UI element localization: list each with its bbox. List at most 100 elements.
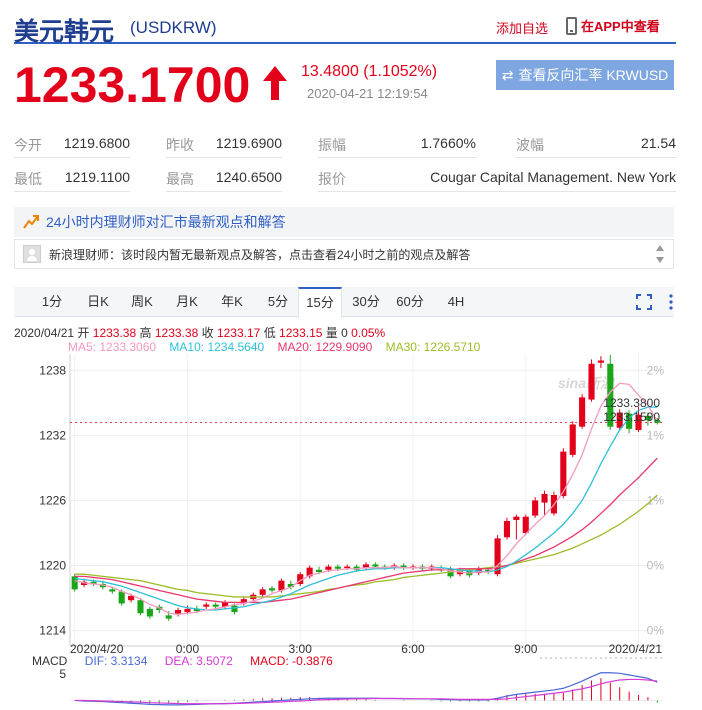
- price-change: 13.4800 (1.1052%): [301, 63, 438, 80]
- macd-legend: MACD DIF: 3.3134 DEA: 3.5072 MACD: -0.38…: [32, 654, 347, 668]
- stat-label: 最高: [166, 171, 194, 187]
- macd-dif: DIF: 3.3134: [84, 654, 148, 668]
- candle-body: [334, 566, 341, 569]
- title-bar: 美元韩元 (USDKRW) 添加自选 在APP中查看: [14, 10, 676, 46]
- trend-icon: [23, 215, 39, 229]
- tab-week[interactable]: 周K: [124, 287, 160, 317]
- pct-tick-label: 2%: [647, 363, 665, 377]
- candle-body: [503, 521, 511, 538]
- y-tick-label: 1220: [39, 559, 66, 573]
- candle-body: [268, 588, 276, 591]
- fullscreen-icon[interactable]: [636, 294, 652, 310]
- candle-body: [315, 569, 323, 573]
- y-tick-label: 1238: [39, 363, 66, 377]
- candle-body: [146, 608, 153, 617]
- stat-high: 最高 1240.6500: [166, 162, 282, 192]
- stat-label: 报价: [318, 171, 346, 187]
- candle-body: [128, 595, 135, 601]
- macd-axis-label: 5: [59, 667, 66, 681]
- candle-body: [165, 615, 172, 619]
- stat-value: 21.54: [640, 135, 676, 151]
- stat-quote: 报价 Cougar Capital Management. New York: [318, 162, 676, 192]
- last-price-label: 1233.1590: [603, 410, 660, 424]
- quote-time: 2020-04-21 12:19:54: [307, 86, 428, 101]
- candle-body: [560, 451, 567, 497]
- stat-open: 今开 1219.6800: [14, 128, 130, 158]
- pct-tick-label: 0%: [647, 559, 665, 573]
- ma5-line: [74, 382, 658, 615]
- candle-body: [118, 591, 125, 604]
- candle-body: [231, 605, 238, 613]
- tab-30min[interactable]: 30分: [348, 287, 384, 317]
- macd-label: MACD: [32, 654, 68, 668]
- tab-5min[interactable]: 5分: [260, 287, 296, 317]
- opinion-message-text: 新浪理财师：该时段内暂无最新观点及解答，点击查看24小时之前的观点及解答: [49, 247, 471, 262]
- ohlc-open-label: 开: [77, 326, 90, 340]
- candle-body: [569, 424, 576, 455]
- tab-4h[interactable]: 4H: [438, 287, 474, 317]
- tab-15min[interactable]: 15分: [298, 287, 342, 318]
- macd-dea: DEA: 3.5072: [164, 654, 233, 668]
- tab-1min[interactable]: 1分: [34, 287, 70, 317]
- pct-tick-label: 1%: [647, 428, 665, 442]
- candle-body: [203, 604, 210, 607]
- y-tick-label: 1226: [39, 493, 66, 507]
- stat-value: Cougar Capital Management. New York: [430, 169, 676, 185]
- stat-value: 1240.6500: [215, 169, 282, 185]
- candle-body: [372, 564, 379, 567]
- y-tick-label: 1232: [39, 428, 66, 442]
- phone-icon: [566, 16, 577, 35]
- more-menu-icon[interactable]: [668, 293, 674, 311]
- ohlc-close: 1233.17: [216, 326, 261, 340]
- candle-body: [541, 493, 548, 503]
- tab-60min[interactable]: 60分: [392, 287, 428, 317]
- x-tick-label: 9:00: [514, 642, 538, 656]
- current-price: 1233.1700: [14, 57, 251, 113]
- stat-amplitude: 振幅 1.7660%: [318, 128, 476, 158]
- pair-name: 美元韩元: [14, 17, 115, 46]
- avatar: [23, 245, 41, 263]
- up-arrow-icon: [263, 66, 287, 100]
- ohlc-vol: 0: [341, 326, 348, 340]
- ohlc-pct: 0.05%: [351, 326, 386, 340]
- ohlc-open: 1233.38: [92, 326, 137, 340]
- candle-body: [184, 608, 191, 613]
- candle-body: [513, 516, 520, 520]
- stat-value: 1.7660%: [420, 135, 476, 151]
- pair-code: (USDKRW): [130, 18, 217, 37]
- tab-year[interactable]: 年K: [214, 287, 250, 317]
- ohlc-vol-label: 量: [325, 326, 338, 340]
- ohlc-low-label: 低: [263, 326, 276, 340]
- stat-wave: 波幅 21.54: [516, 128, 676, 158]
- tab-month[interactable]: 月K: [169, 287, 205, 317]
- candle-body: [579, 397, 586, 427]
- macd-value: MACD: -0.3876: [250, 654, 333, 668]
- ohlc-high: 1233.38: [154, 326, 199, 340]
- reverse-rate-button[interactable]: ⇄ 查看反向汇率 KRWUSD: [496, 60, 674, 90]
- ohlc-high-label: 高: [139, 326, 152, 340]
- scroll-arrows-icon[interactable]: [655, 243, 665, 265]
- x-tick-label: 2020/4/21: [609, 642, 663, 656]
- candle-body: [532, 500, 539, 516]
- candle-body: [344, 566, 351, 569]
- ohlc-low: 1233.15: [279, 326, 323, 340]
- ohlc-date: 2020/04/21: [14, 326, 75, 340]
- candle-body: [259, 589, 266, 595]
- candle-body: [278, 580, 285, 591]
- candle-body: [597, 360, 604, 363]
- view-in-app-link[interactable]: 在APP中查看: [566, 16, 660, 35]
- candle-body: [588, 363, 595, 400]
- reverse-rate-label: 查看反向汇率 KRWUSD: [518, 67, 669, 83]
- stat-value: 1219.6900: [215, 135, 282, 151]
- add-favorite-link[interactable]: 添加自选: [496, 18, 548, 37]
- view-in-app-label: 在APP中查看: [581, 19, 660, 34]
- opinion-header[interactable]: 24小时内理财师对汇市最新观点和解答: [14, 207, 674, 237]
- period-tabs: 1分 日K 周K 月K 年K 5分 15分 30分 60分 4H: [14, 287, 674, 318]
- tab-day[interactable]: 日K: [80, 287, 116, 317]
- candle-body: [325, 566, 332, 570]
- candle-body: [522, 516, 529, 533]
- stat-prev-close: 昨收 1219.6900: [166, 128, 282, 158]
- stat-label: 波幅: [516, 137, 544, 153]
- opinion-message[interactable]: 新浪理财师：该时段内暂无最新观点及解答，点击查看24小时之前的观点及解答: [14, 239, 674, 269]
- x-tick-label: 6:00: [401, 642, 425, 656]
